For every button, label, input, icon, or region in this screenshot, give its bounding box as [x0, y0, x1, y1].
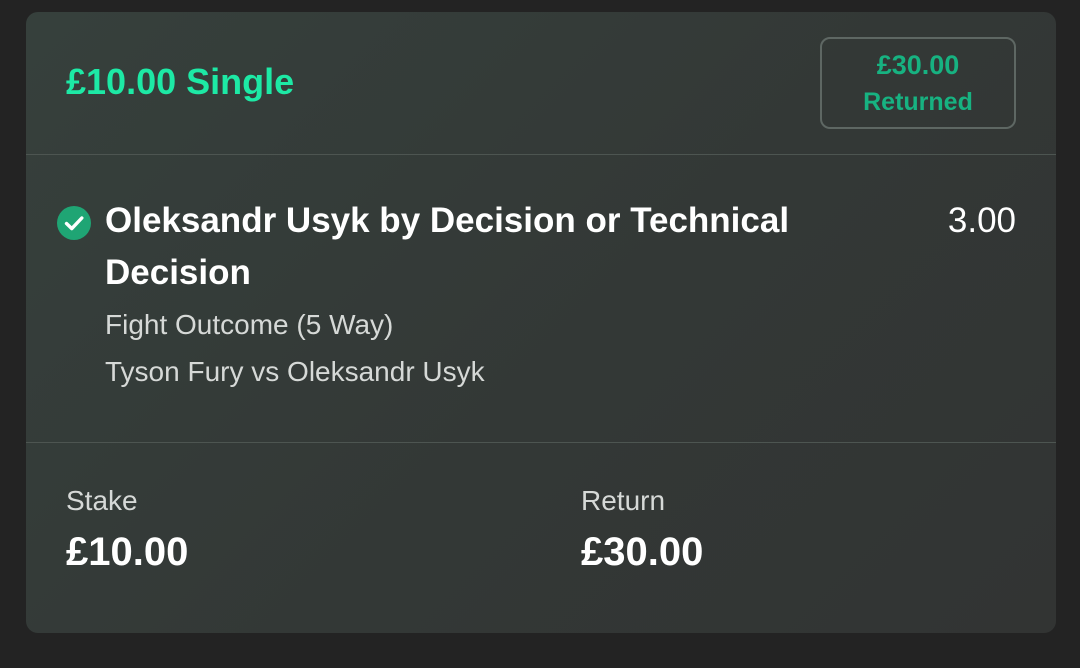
check-circle-icon — [57, 206, 91, 240]
bet-card: £10.00 Single £30.00 Returned Oleksandr … — [26, 12, 1056, 633]
bet-summary: Stake £10.00 Return £30.00 — [26, 443, 1056, 633]
bet-title: £10.00 Single — [66, 61, 295, 102]
market-name: Fight Outcome (5 Way) — [105, 309, 394, 340]
returned-label: Returned — [863, 88, 973, 116]
selection-odds: 3.00 — [947, 201, 1016, 240]
stake-label: Stake — [66, 485, 138, 516]
selection-name: Oleksandr Usyk by Decision or Technical … — [105, 201, 790, 292]
returned-amount: £30.00 — [876, 50, 960, 80]
stake-value: £10.00 — [66, 530, 189, 574]
return-label: Return — [581, 485, 666, 516]
return-value: £30.00 — [581, 530, 704, 574]
event-name: Tyson Fury vs Oleksandr Usyk — [105, 356, 485, 387]
returned-badge: £30.00 Returned — [820, 37, 1016, 129]
selection-section: Oleksandr Usyk by Decision or Technical … — [26, 155, 1056, 443]
bet-header: £10.00 Single £30.00 Returned — [26, 12, 1056, 155]
